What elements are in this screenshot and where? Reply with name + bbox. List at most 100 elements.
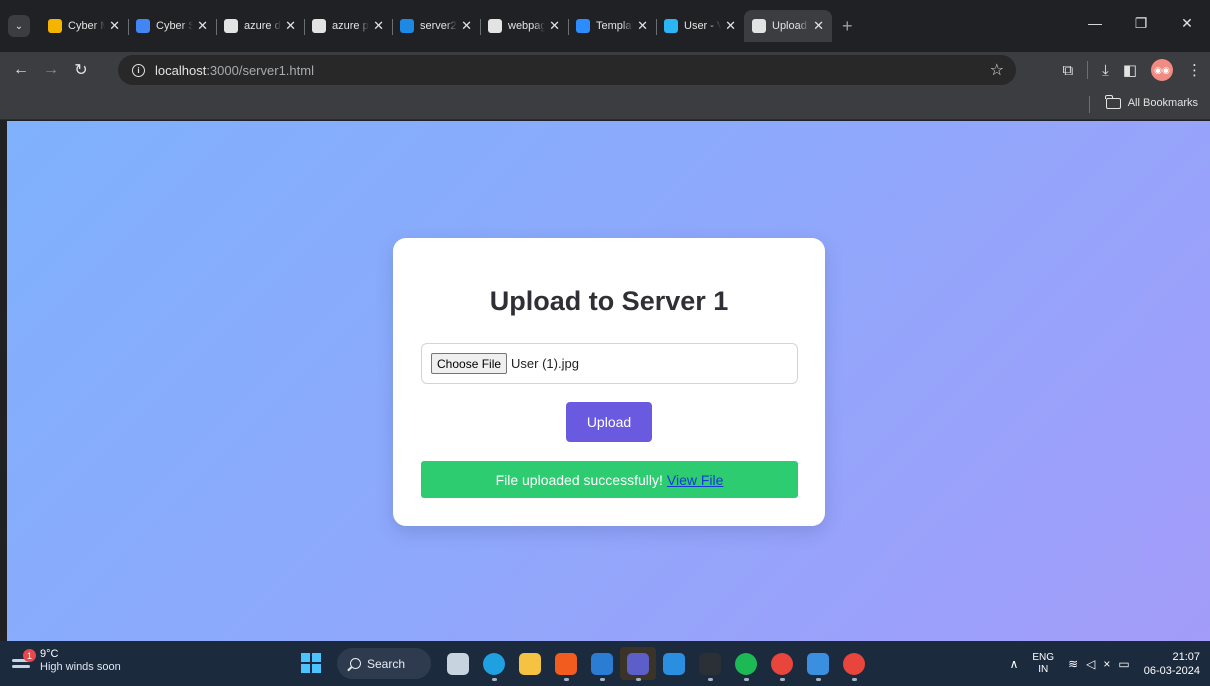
- search-icon: [350, 658, 361, 669]
- all-bookmarks-button[interactable]: All Bookmarks: [1105, 88, 1198, 118]
- wifi-icon: ≋: [1068, 656, 1087, 671]
- extensions-icon[interactable]: ⧉: [1062, 62, 1073, 79]
- file-input[interactable]: Choose File User (1).jpg: [421, 343, 798, 384]
- volume-muted-icon: ◁×: [1086, 656, 1119, 671]
- bookmark-star-icon[interactable]: ☆: [990, 60, 1004, 80]
- taskbar-app-vscode[interactable]: [656, 647, 692, 680]
- browser-tab[interactable]: azure p ✕: [304, 10, 392, 42]
- tab-close-icon[interactable]: ✕: [725, 18, 736, 34]
- vscode-icon: [663, 652, 685, 675]
- tab-title: Upload: [772, 20, 807, 32]
- tab-strip: ⌄ Cyber M ✕ Cyber S ✕ azure d ✕ azure p ✕ server…: [0, 0, 1210, 52]
- tab-close-icon[interactable]: ✕: [637, 18, 648, 34]
- brave-icon: [555, 652, 577, 675]
- slides-icon: [48, 19, 62, 33]
- start-button[interactable]: [301, 653, 321, 673]
- battery-icon: ▭: [1118, 656, 1138, 671]
- reload-button[interactable]: ↻: [66, 60, 96, 80]
- file-explorer-icon: [519, 652, 541, 675]
- wind-icon: 1: [10, 649, 36, 672]
- url-path: :3000/server1.html: [206, 62, 314, 78]
- taskbar-app-terminal[interactable]: [692, 647, 728, 681]
- taskbar-app-teams[interactable]: [620, 647, 656, 681]
- taskbar-app-file-explorer[interactable]: [512, 647, 548, 680]
- taskbar-app-brave[interactable]: [548, 647, 584, 681]
- weather-temperature: 9°C: [40, 648, 59, 660]
- app-icon: [664, 19, 678, 33]
- browser-tab[interactable]: azure d ✕: [216, 10, 304, 42]
- task-view-icon: [447, 652, 469, 675]
- weather-widget[interactable]: 1 9°C High winds soon: [10, 648, 121, 674]
- globe-icon: [488, 19, 502, 33]
- network-volume-battery-icons[interactable]: ≋◁×▭: [1068, 657, 1138, 671]
- window-controls: — ❐ ✕: [1072, 0, 1210, 46]
- browser-tab[interactable]: Upload ✕: [744, 10, 832, 42]
- windows-taskbar: 1 9°C High winds soon Search ∧ ENG IN ≋◁…: [0, 641, 1210, 686]
- close-window-button[interactable]: ✕: [1164, 15, 1210, 32]
- taskbar-search[interactable]: Search: [337, 648, 431, 679]
- side-panel-icon[interactable]: ◧: [1123, 61, 1137, 79]
- downloads-icon[interactable]: ⤓: [1102, 62, 1109, 79]
- chrome-profile-icon: [843, 652, 865, 675]
- site-info-icon[interactable]: i: [132, 63, 145, 77]
- profile-avatar[interactable]: ◉◉: [1151, 59, 1173, 81]
- show-hidden-icons-icon[interactable]: ∧: [1010, 657, 1019, 671]
- tab-close-icon[interactable]: ✕: [549, 18, 560, 34]
- upload-button[interactable]: Upload: [566, 402, 652, 442]
- clock[interactable]: 21:07 06-03-2024: [1144, 650, 1200, 678]
- taskbar-app-edge[interactable]: [476, 647, 512, 681]
- minimize-button[interactable]: —: [1072, 15, 1118, 31]
- taskbar-app-notepad[interactable]: [800, 647, 836, 681]
- tab-title: Templat: [596, 20, 634, 32]
- taskbar-app-chrome[interactable]: [764, 647, 800, 681]
- menu-kebab-icon[interactable]: ⋮: [1187, 61, 1202, 79]
- taskbar-app-spotify[interactable]: [728, 647, 764, 681]
- bookmarks-divider: [1089, 96, 1090, 113]
- tab-title: webpag: [508, 20, 546, 32]
- browser-tab[interactable]: Cyber M ✕: [40, 10, 128, 42]
- tab-list: Cyber M ✕ Cyber S ✕ azure d ✕ azure p ✕ server2 ✕…: [40, 9, 832, 43]
- back-button[interactable]: ←: [6, 61, 36, 79]
- region-code: IN: [1038, 663, 1049, 675]
- new-tab-button[interactable]: +: [842, 16, 853, 37]
- tab-title: azure d: [244, 20, 281, 32]
- globe-icon: [752, 19, 766, 33]
- notepad-icon: [807, 652, 829, 675]
- browser-tab[interactable]: Cyber S ✕: [128, 10, 216, 42]
- chrome-icon: [771, 652, 793, 675]
- browser-tab[interactable]: webpag ✕: [480, 10, 568, 42]
- tab-title: Cyber M: [68, 20, 106, 32]
- browser-tab[interactable]: Templat ✕: [568, 10, 656, 42]
- pinned-apps: [440, 647, 872, 681]
- restore-button[interactable]: ❐: [1118, 15, 1164, 32]
- taskbar-app-chrome-profile[interactable]: [836, 647, 872, 681]
- tab-close-icon[interactable]: ✕: [109, 18, 120, 34]
- tab-search-button[interactable]: ⌄: [8, 15, 30, 37]
- tab-close-icon[interactable]: ✕: [373, 18, 384, 34]
- success-text: File uploaded successfully!: [495, 471, 663, 488]
- terminal-icon: [699, 652, 721, 675]
- browser-tab[interactable]: server2 ✕: [392, 10, 480, 42]
- chevron-down-icon: ⌄: [14, 20, 24, 32]
- clock-date: 06-03-2024: [1143, 664, 1200, 677]
- selected-file-name: User (1).jpg: [511, 356, 579, 371]
- folder-icon: [1105, 94, 1121, 109]
- browser-tab[interactable]: User - V ✕: [656, 10, 744, 42]
- globe-icon: [224, 19, 238, 33]
- tab-close-icon[interactable]: ✕: [197, 18, 208, 34]
- azure-icon: [400, 19, 414, 33]
- bookmarks-bar: All Bookmarks: [0, 88, 1210, 120]
- upload-card: Upload to Server 1 Choose File User (1).…: [393, 238, 825, 526]
- input-language[interactable]: ENG IN: [1032, 652, 1054, 676]
- forward-button[interactable]: →: [36, 61, 66, 79]
- choose-file-button[interactable]: Choose File: [431, 353, 508, 374]
- tab-close-icon[interactable]: ✕: [285, 18, 296, 34]
- view-file-link[interactable]: View File: [667, 472, 724, 488]
- tab-close-icon[interactable]: ✕: [461, 18, 472, 34]
- tab-close-icon[interactable]: ✕: [813, 18, 824, 34]
- weather-alert-badge: 1: [23, 649, 36, 662]
- taskbar-app-word[interactable]: [584, 647, 620, 681]
- tab-title: Cyber S: [156, 20, 194, 32]
- address-bar[interactable]: i localhost:3000/server1.html ☆: [118, 55, 1016, 85]
- taskbar-app-task-view[interactable]: [440, 647, 476, 680]
